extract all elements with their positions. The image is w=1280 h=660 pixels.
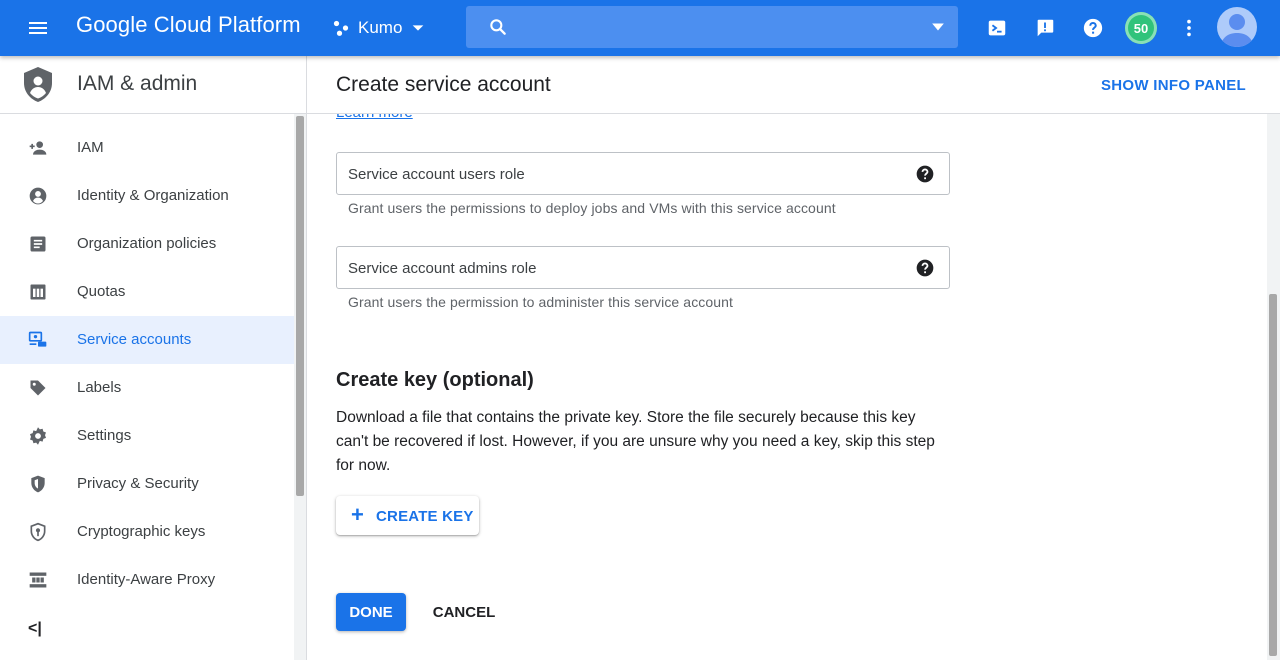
sidebar-item-label: IAM bbox=[77, 139, 104, 156]
shield-icon bbox=[28, 474, 48, 494]
cancel-button[interactable]: CANCEL bbox=[421, 593, 507, 631]
create-key-label: CREATE KEY bbox=[376, 508, 474, 525]
service-account-admins-role-field[interactable] bbox=[336, 246, 950, 289]
menu-icon[interactable] bbox=[14, 8, 62, 48]
done-button[interactable]: DONE bbox=[336, 593, 406, 631]
sidebar-item-identity-aware-proxy[interactable]: Identity-Aware Proxy bbox=[0, 556, 294, 604]
sidebar-title: IAM & admin bbox=[77, 72, 198, 95]
sidebar-scrollbar[interactable] bbox=[294, 114, 306, 660]
user-avatar-icon bbox=[1221, 14, 1253, 47]
person-add-icon bbox=[28, 138, 48, 158]
sidebar-item-label: Settings bbox=[77, 427, 132, 444]
main-content: Create service account SHOW INFO PANEL L… bbox=[307, 56, 1280, 660]
main-scrollbar[interactable] bbox=[1267, 114, 1280, 660]
more-vert-icon[interactable] bbox=[1173, 12, 1205, 44]
sidebar-item-service-accounts[interactable]: Service accounts bbox=[0, 316, 294, 364]
create-key-description: Download a file that contains the privat… bbox=[336, 409, 935, 474]
show-info-panel-button[interactable]: SHOW INFO PANEL bbox=[1101, 77, 1246, 94]
sidebar-item-quotas[interactable]: Quotas bbox=[0, 268, 294, 316]
key-shield-icon bbox=[28, 522, 48, 542]
sidebar-item-label: Cryptographic keys bbox=[77, 523, 206, 540]
proxy-icon bbox=[28, 570, 48, 590]
main-scrollbar-thumb[interactable] bbox=[1269, 294, 1277, 656]
page-title: Create service account bbox=[336, 73, 551, 96]
sidebar-item-label: Identity & Organization bbox=[77, 187, 229, 204]
collapse-sidebar-icon[interactable]: <| bbox=[28, 620, 48, 640]
document-list-icon bbox=[28, 234, 48, 254]
sidebar-item-label: Organization policies bbox=[77, 235, 217, 252]
users-role-input[interactable] bbox=[348, 163, 908, 185]
sidebar-header: IAM & admin bbox=[0, 56, 306, 114]
help-icon[interactable] bbox=[915, 258, 935, 278]
sidebar-item-settings[interactable]: Settings bbox=[0, 412, 294, 460]
sidebar-scrollbar-thumb[interactable] bbox=[296, 116, 304, 496]
sidebar-item-label: Quotas bbox=[77, 283, 126, 300]
sidebar-item-label: Service accounts bbox=[77, 331, 192, 348]
sidebar-item-iam[interactable]: IAM bbox=[0, 124, 294, 172]
iam-shield-icon bbox=[24, 67, 52, 102]
notifications-badge[interactable]: 50 bbox=[1125, 12, 1157, 44]
sidebar-item-privacy-security[interactable]: Privacy & Security bbox=[0, 460, 294, 508]
help-icon[interactable] bbox=[915, 164, 935, 184]
project-name: Kumo bbox=[358, 18, 403, 37]
project-dots-icon bbox=[333, 20, 349, 36]
sidebar-item-cryptographic-keys[interactable]: Cryptographic keys bbox=[0, 508, 294, 556]
search-dropdown-icon[interactable] bbox=[930, 20, 946, 34]
project-selector[interactable]: Kumo bbox=[332, 14, 426, 42]
quota-meter-icon bbox=[28, 282, 48, 302]
brand-title[interactable]: Google Cloud Platform bbox=[76, 12, 301, 38]
create-key-button[interactable]: + CREATE KEY bbox=[336, 496, 479, 535]
top-app-bar: Google Cloud Platform Kumo 50 bbox=[0, 0, 1280, 56]
avatar[interactable] bbox=[1217, 7, 1257, 47]
cloud-shell-icon[interactable] bbox=[981, 12, 1013, 44]
sidebar-item-label: Labels bbox=[77, 379, 122, 396]
sidebar-nav: IAM Identity & Organization Organization… bbox=[0, 124, 294, 604]
create-key-section-title: Create key (optional) bbox=[336, 369, 534, 391]
plus-icon: + bbox=[351, 502, 364, 527]
sidebar-item-identity-organization[interactable]: Identity & Organization bbox=[0, 172, 294, 220]
search-input[interactable] bbox=[522, 14, 902, 40]
service-account-icon bbox=[28, 330, 48, 350]
users-role-hint: Grant users the permissions to deploy jo… bbox=[348, 200, 836, 216]
sidebar-item-label: Identity-Aware Proxy bbox=[77, 571, 216, 588]
sidebar: IAM & admin IAM Identity & Organization … bbox=[0, 56, 307, 660]
admins-role-input[interactable] bbox=[348, 257, 908, 279]
admins-role-hint: Grant users the permission to administer… bbox=[348, 294, 734, 310]
gear-icon bbox=[28, 426, 48, 446]
caret-down-icon bbox=[413, 25, 424, 31]
tag-icon bbox=[28, 378, 48, 398]
account-circle-icon bbox=[28, 186, 48, 206]
feedback-icon[interactable] bbox=[1029, 12, 1061, 44]
sidebar-item-label: Privacy & Security bbox=[77, 475, 199, 492]
page-header: Create service account SHOW INFO PANEL bbox=[307, 56, 1280, 114]
service-account-users-role-field[interactable] bbox=[336, 152, 950, 195]
sidebar-item-labels[interactable]: Labels bbox=[0, 364, 294, 412]
help-icon[interactable] bbox=[1077, 12, 1109, 44]
search-icon bbox=[490, 19, 506, 35]
sidebar-item-organization-policies[interactable]: Organization policies bbox=[0, 220, 294, 268]
search-bar[interactable] bbox=[466, 6, 958, 48]
